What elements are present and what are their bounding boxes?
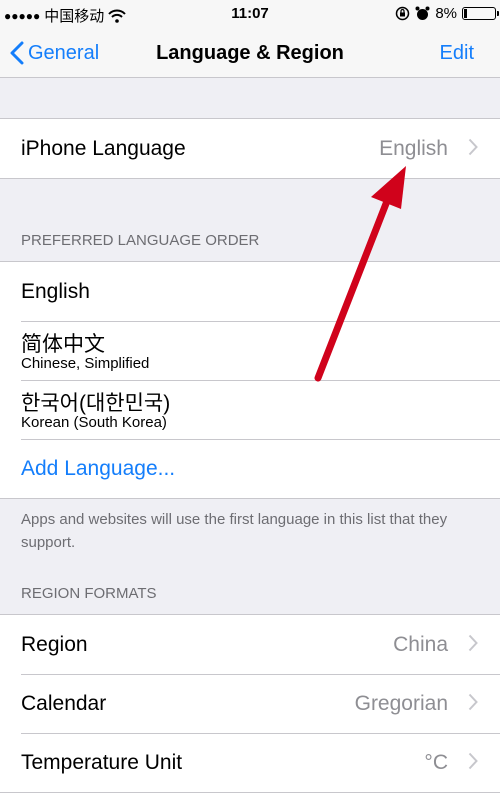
- language-description: Chinese, Simplified: [21, 355, 150, 372]
- language-row-chinese[interactable]: 简体中文 Chinese, Simplified: [0, 321, 500, 380]
- language-row-english[interactable]: English: [0, 262, 500, 321]
- language-row-korean[interactable]: 한국어(대한민국) Korean (South Korea): [0, 380, 500, 439]
- region-row[interactable]: Region China: [0, 615, 500, 674]
- rotation-lock-icon: [396, 6, 410, 21]
- row-value: Gregorian: [354, 692, 448, 715]
- add-language-row[interactable]: Add Language...: [0, 439, 500, 498]
- row-value: °C: [424, 751, 448, 774]
- calendar-row[interactable]: Calendar Gregorian: [0, 674, 500, 733]
- add-language-button[interactable]: Add Language...: [21, 439, 175, 498]
- chevron-right-icon: [468, 138, 478, 156]
- chevron-right-icon: [468, 693, 478, 711]
- row-label: Temperature Unit: [21, 751, 183, 774]
- battery-percent: 8%: [435, 5, 457, 22]
- section-header-preferred: PREFERRED LANGUAGE ORDER: [21, 232, 260, 249]
- status-right: 8%: [395, 5, 499, 22]
- status-bar: ●●●●● 中国移动 11:07 8%: [0, 0, 500, 28]
- section-header-region: REGION FORMATS: [21, 585, 157, 602]
- alarm-icon: [415, 6, 430, 20]
- language-description: Korean (South Korea): [21, 414, 167, 431]
- language-name: English: [21, 280, 90, 303]
- preferred-language-group: English 简体中文 Chinese, Simplified 한국어(대한민…: [0, 261, 500, 499]
- battery-icon: [462, 7, 499, 20]
- page-title: Language & Region: [156, 42, 344, 64]
- row-label: iPhone Language: [21, 137, 186, 160]
- section-footer-preferred: Apps and websites will use the first lan…: [21, 511, 448, 551]
- row-value: English: [379, 137, 448, 160]
- iphone-language-row[interactable]: iPhone Language English: [0, 119, 500, 178]
- row-label: Calendar: [21, 692, 107, 715]
- edit-button[interactable]: Edit: [440, 28, 474, 78]
- language-name: 简体中文: [21, 333, 105, 356]
- row-label: Region: [21, 633, 88, 656]
- navigation-bar: General Language & Region Edit: [0, 28, 500, 78]
- temperature-unit-row[interactable]: Temperature Unit °C: [0, 733, 500, 792]
- row-value: China: [393, 633, 448, 656]
- chevron-right-icon: [468, 752, 478, 770]
- region-formats-group: Region China Calendar Gregorian Temperat…: [0, 614, 500, 793]
- iphone-language-group: iPhone Language English: [0, 118, 500, 179]
- chevron-right-icon: [468, 634, 478, 652]
- language-name: 한국어(대한민국): [21, 392, 171, 415]
